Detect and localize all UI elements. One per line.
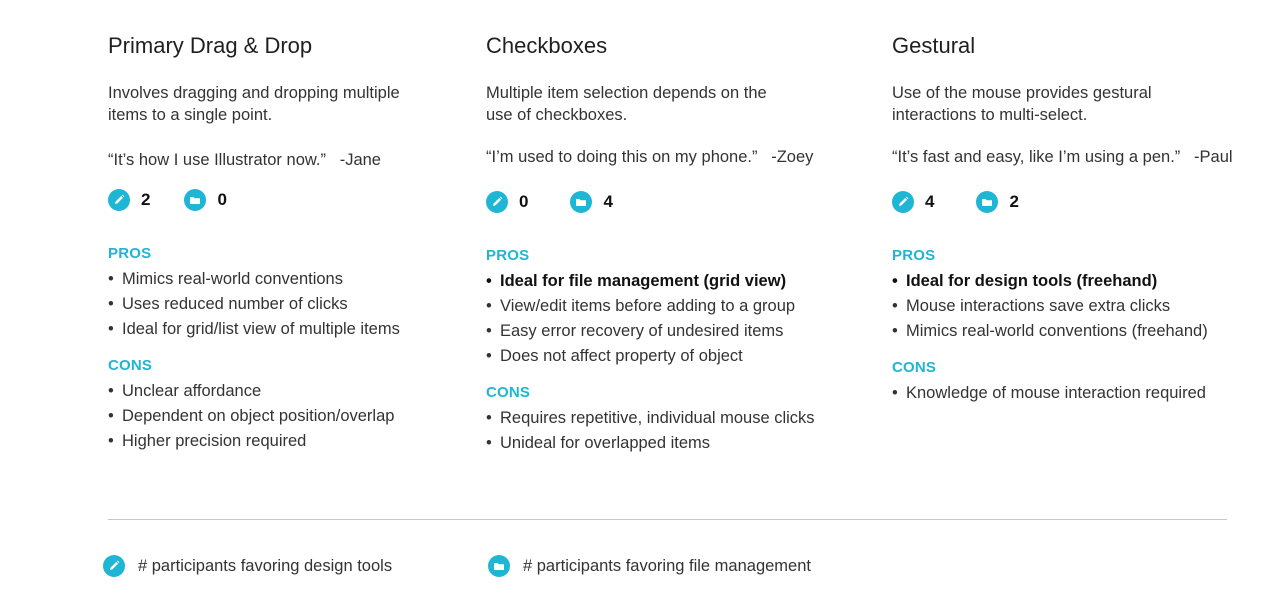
legend-design-tools: # participants favoring design tools (103, 555, 392, 577)
folder-icon (976, 191, 999, 213)
pros-label: PROS (108, 245, 152, 262)
list-item: • Uses reduced number of clicks (108, 295, 348, 313)
count-value: 4 (603, 192, 613, 211)
user-quote: “It’s fast and easy, like I’m using a pe… (892, 148, 1233, 166)
list-item: • Higher precision required (108, 432, 307, 450)
file-management-count: 2 (976, 191, 1019, 213)
design-tools-count: 4 (892, 191, 934, 213)
cons-list: • Requires repetitive, individual mouse c… (486, 406, 866, 456)
pros-list: • Ideal for file management (grid view) •… (486, 269, 866, 369)
column-title: Checkboxes (486, 33, 608, 58)
pros-list: • Mimics real-world conventions • Uses red… (108, 267, 468, 342)
pencil-icon (486, 191, 508, 213)
list-item: • Ideal for design tools (freehand) (892, 272, 1158, 290)
cons-label: CONS (892, 359, 937, 376)
cons-list: • Unclear affordance • Dependent on object… (108, 379, 468, 454)
folder-icon (570, 191, 593, 213)
cons-label: CONS (108, 357, 153, 374)
list-item: • Knowledge of mouse interaction required (892, 384, 1206, 402)
list-item: • Ideal for grid/list view of multiple it… (108, 320, 400, 338)
option-column-checkboxes: Checkboxes Multiple item selection depen… (486, 32, 866, 456)
column-description: Multiple item selection depends on the u… (486, 84, 767, 124)
list-item: • Unideal for overlapped items (486, 434, 711, 452)
list-item: • Unclear affordance (108, 382, 262, 400)
design-tools-count: 2 (108, 189, 150, 211)
pencil-icon (103, 555, 125, 577)
list-item: • Mimics real-world conventions (freehand… (892, 322, 1208, 340)
user-quote: “It’s how I use Illustrator now.” -Jane (108, 151, 381, 169)
user-quote: “I’m used to doing this on my phone.” -Z… (486, 148, 814, 166)
count-value: 2 (1009, 192, 1019, 211)
list-item: • Mimics real-world conventions (108, 270, 343, 288)
folder-icon (184, 189, 207, 211)
list-item: • Requires repetitive, individual mouse c… (486, 409, 815, 427)
column-title: Primary Drag & Drop (108, 33, 313, 58)
count-value: 2 (141, 190, 151, 209)
list-item: • Easy error recovery of undesired items (486, 322, 784, 340)
participant-counts: 4 2 (892, 190, 1272, 214)
pros-list: • Ideal for design tools (freehand) • Mous… (892, 269, 1272, 344)
option-column-gestural: Gestural Use of the mouse provides gestu… (892, 32, 1272, 406)
column-description: Use of the mouse provides gestural inter… (892, 84, 1152, 124)
list-item: • Dependent on object position/overlap (108, 407, 395, 425)
participant-counts: 0 4 (486, 190, 866, 214)
list-item: • Does not affect property of object (486, 347, 743, 365)
participant-counts: 2 0 (108, 188, 468, 212)
pencil-icon (892, 191, 914, 213)
count-value: 4 (925, 192, 935, 211)
list-item: • Mouse interactions save extra clicks (892, 297, 1171, 315)
file-management-count: 4 (570, 191, 613, 213)
count-value: 0 (217, 190, 227, 209)
folder-icon (488, 555, 510, 577)
count-value: 0 (519, 192, 529, 211)
pros-label: PROS (892, 247, 936, 264)
divider (108, 519, 1227, 520)
legend-file-management: # participants favoring file management (488, 555, 811, 577)
cons-label: CONS (486, 384, 531, 401)
legend-label: # participants favoring file management (523, 556, 811, 575)
legend-label: # participants favoring design tools (138, 556, 393, 575)
column-title: Gestural (892, 33, 976, 58)
cons-list: • Knowledge of mouse interaction required (892, 381, 1272, 406)
list-item: • View/edit items before adding to a grou… (486, 297, 796, 315)
option-column-drag-drop: Primary Drag & Drop Involves dragging an… (108, 32, 468, 454)
column-description: Involves dragging and dropping multiple … (108, 84, 400, 124)
pros-label: PROS (486, 247, 530, 264)
file-management-count: 0 (184, 189, 227, 211)
design-tools-count: 0 (486, 191, 528, 213)
list-item: • Ideal for file management (grid view) (486, 272, 787, 290)
pencil-icon (108, 189, 130, 211)
